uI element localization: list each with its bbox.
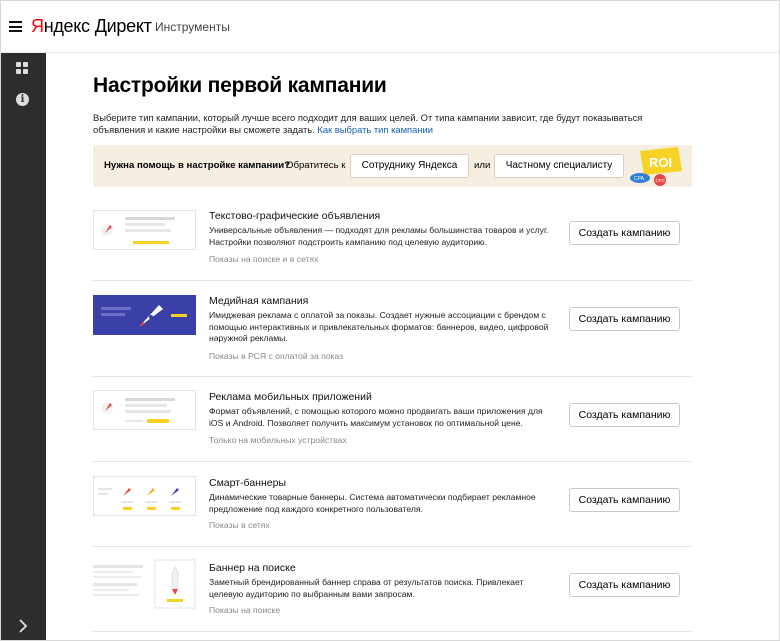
yandex-direct-logo[interactable]: Яндекс Директ	[31, 16, 152, 37]
create-campaign-button[interactable]: Создать кампанию	[569, 488, 680, 512]
logo-letter: Я	[31, 16, 44, 36]
campaign-description: Имиджевая реклама с оплатой за показы. С…	[209, 310, 549, 343]
create-campaign-button[interactable]: Создать кампанию	[569, 573, 680, 597]
campaign-placement: Показы в сетях	[209, 520, 270, 530]
campaign-card-mobile-apps: Реклама мобильных приложений Формат объя…	[93, 377, 692, 462]
campaign-title: Смарт-баннеры	[209, 477, 286, 489]
campaign-description: Универсальные объявления — подходят для …	[209, 225, 549, 247]
create-campaign-button[interactable]: Создать кампанию	[569, 221, 680, 245]
campaign-placement: Показы на поиске и в сетях	[209, 254, 319, 264]
roi-label: ROI	[649, 155, 672, 170]
help-question: Нужна помощь в настройке кампании?	[104, 160, 290, 171]
grid-icon[interactable]	[16, 62, 29, 75]
search-banner-thumbnail	[93, 559, 196, 609]
create-campaign-button[interactable]: Создать кампанию	[569, 307, 680, 331]
campaign-title: Медийная кампания	[209, 295, 309, 307]
campaign-placement: Показы на поиске	[209, 605, 281, 615]
app-window: Яндекс Директ Инструменты i Настройки пер…	[0, 0, 780, 641]
campaign-description: Заметный брендированный баннер справа от…	[209, 577, 524, 599]
campaign-title: Баннер на поиске	[209, 562, 296, 574]
logo-text: ндекс	[43, 16, 90, 36]
media-ad-thumbnail	[93, 295, 196, 335]
contact-yandex-button[interactable]: Сотруднику Яндекса	[350, 154, 469, 178]
cpa-label: CPA	[634, 176, 645, 182]
menu-icon[interactable]	[9, 21, 22, 32]
campaign-title: Текстово-графические объявления	[209, 210, 381, 222]
logo-product: Директ	[94, 16, 152, 36]
campaign-placement: Показы в РСЯ с оплатой за показ	[209, 351, 344, 361]
help-contact-label: Обратитесь к	[286, 160, 346, 171]
chevron-right-icon[interactable]	[17, 619, 29, 633]
info-icon[interactable]: i	[16, 93, 29, 106]
how-to-choose-link[interactable]: Как выбрать тип кампании	[317, 124, 433, 135]
create-campaign-button[interactable]: Создать кампанию	[569, 403, 680, 427]
page-title: Настройки первой кампании	[93, 74, 387, 97]
roi-illustration: ROI CPA CPC	[630, 147, 682, 186]
left-sidebar: i	[1, 53, 46, 640]
cpc-label: CPC	[656, 178, 666, 183]
campaign-card-media: Медийная кампания Имиджевая реклама с оп…	[93, 281, 692, 377]
campaign-card-text-graphic: Текстово-графические объявления Универса…	[93, 203, 692, 281]
campaign-card-search-banner: Баннер на поиске Заметный брендированный…	[93, 547, 692, 632]
text-ad-thumbnail	[93, 210, 196, 250]
top-header: Яндекс Директ Инструменты	[1, 1, 779, 53]
campaign-card-smart-banners: Смарт-баннеры Динамические товарные банн…	[93, 462, 692, 547]
smart-banner-thumbnail	[93, 476, 196, 516]
campaign-title: Реклама мобильных приложений	[209, 391, 372, 403]
campaign-placement: Только на мобильных устройствах	[209, 435, 347, 445]
campaign-description: Формат объявлений, с помощью которого мо…	[209, 406, 543, 428]
tools-link[interactable]: Инструменты	[155, 20, 230, 34]
mobile-ad-thumbnail	[93, 390, 196, 430]
intro-text: Выберите тип кампании, который лучше все…	[93, 112, 691, 136]
help-banner: Нужна помощь в настройке кампании? Обрат…	[93, 145, 692, 187]
campaign-description: Динамические товарные баннеры. Система а…	[209, 492, 536, 514]
help-or-label: или	[474, 160, 491, 171]
contact-specialist-button[interactable]: Частному специалисту	[494, 154, 624, 178]
